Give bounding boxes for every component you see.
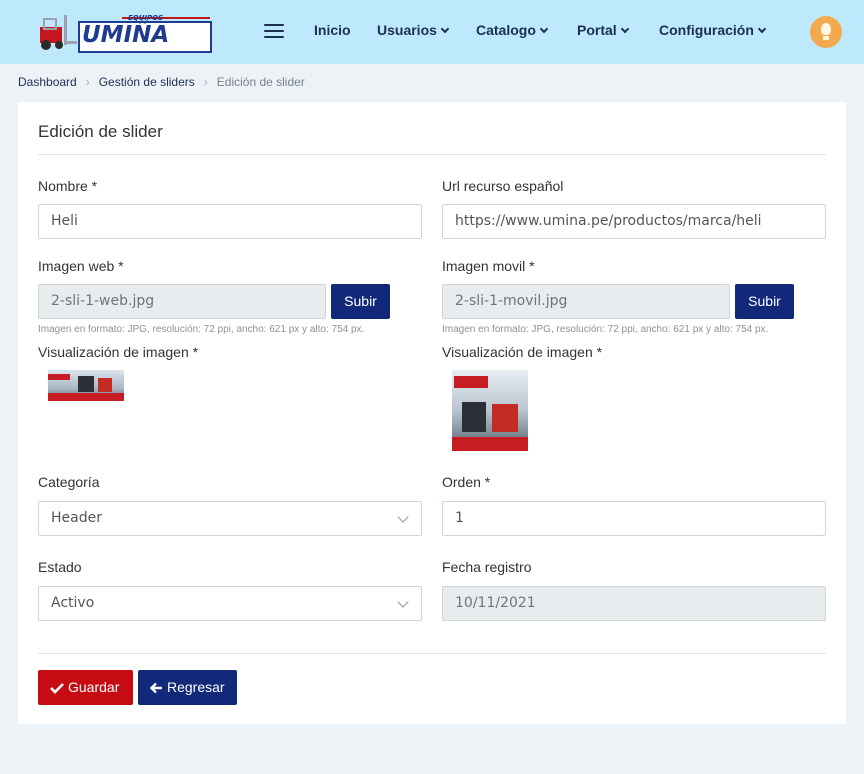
breadcrumb-dashboard[interactable]: Dashboard <box>18 75 77 89</box>
save-button[interactable]: Guardar <box>38 670 133 705</box>
categoria-label: Categoría <box>38 474 100 490</box>
chevron-down-icon <box>620 24 629 34</box>
forklift-icon <box>40 15 77 50</box>
logo-brand: UMIÑA <box>82 22 170 48</box>
nav-usuarios[interactable]: Usuarios <box>377 22 450 38</box>
preview-web-label: Visualización de imagen * <box>38 344 199 360</box>
imagen-web-input: 2-sli-1-web.jpg <box>38 284 326 319</box>
lightbulb-icon <box>821 23 831 35</box>
upload-web-button[interactable]: Subir <box>331 284 390 319</box>
imagen-web-label: Imagen web * <box>38 258 124 274</box>
nav-catalogo[interactable]: Catalogo <box>476 22 549 38</box>
estado-select[interactable]: Activo <box>38 586 422 621</box>
url-label: Url recurso español <box>442 178 564 194</box>
imagen-movil-input: 2-sli-1-movil.jpg <box>442 284 730 319</box>
breadcrumb-current: Edición de slider <box>216 75 305 89</box>
back-button[interactable]: Regresar <box>138 670 237 705</box>
categoria-select[interactable]: Header <box>38 501 422 536</box>
preview-web-image <box>48 370 124 401</box>
preview-movil-image <box>452 370 528 451</box>
breadcrumb: Dashboard › Gestión de sliders › Edición de … <box>18 75 305 89</box>
user-avatar[interactable] <box>810 16 842 48</box>
nav-inicio[interactable]: Inicio <box>314 22 351 38</box>
imagen-movil-label: Imagen movil * <box>442 258 535 274</box>
nav-configuracion[interactable]: Configuración <box>659 22 767 38</box>
hamburger-icon[interactable] <box>264 24 284 40</box>
page-title: Edición de slider <box>38 122 163 141</box>
estado-label: Estado <box>38 559 82 575</box>
chevron-down-icon <box>757 24 767 34</box>
check-icon <box>50 683 64 694</box>
fecha-input: 10/11/2021 <box>442 586 826 621</box>
orden-input[interactable]: 1 <box>442 501 826 536</box>
imagen-web-help: Imagen en formato: JPG, resolución: 72 p… <box>38 324 365 335</box>
preview-movil-label: Visualización de imagen * <box>442 344 603 360</box>
imagen-movil-help: Imagen en formato: JPG, resolución: 72 p… <box>442 324 769 335</box>
arrow-left-icon <box>149 682 162 694</box>
chevron-right-icon: › <box>203 75 208 89</box>
chevron-right-icon: › <box>85 75 90 89</box>
edit-slider-card: Edición de slider Nombre * Heli Url recu… <box>18 102 846 724</box>
url-input[interactable]: https://www.umina.pe/productos/marca/hel… <box>442 204 826 239</box>
breadcrumb-gestion-sliders[interactable]: Gestión de sliders <box>99 75 195 89</box>
nombre-label: Nombre * <box>38 178 98 194</box>
nombre-input[interactable]: Heli <box>38 204 422 239</box>
orden-label: Orden * <box>442 474 491 490</box>
top-navbar: EQUIPOS HIDRÁULICOS UMIÑA Inicio Usuario… <box>0 0 864 64</box>
chevron-down-icon <box>539 24 549 34</box>
chevron-down-icon <box>440 24 450 34</box>
nav-portal[interactable]: Portal <box>577 22 629 38</box>
fecha-label: Fecha registro <box>442 559 532 575</box>
upload-movil-button[interactable]: Subir <box>735 284 794 319</box>
umina-logo[interactable]: EQUIPOS HIDRÁULICOS UMIÑA <box>36 13 212 53</box>
